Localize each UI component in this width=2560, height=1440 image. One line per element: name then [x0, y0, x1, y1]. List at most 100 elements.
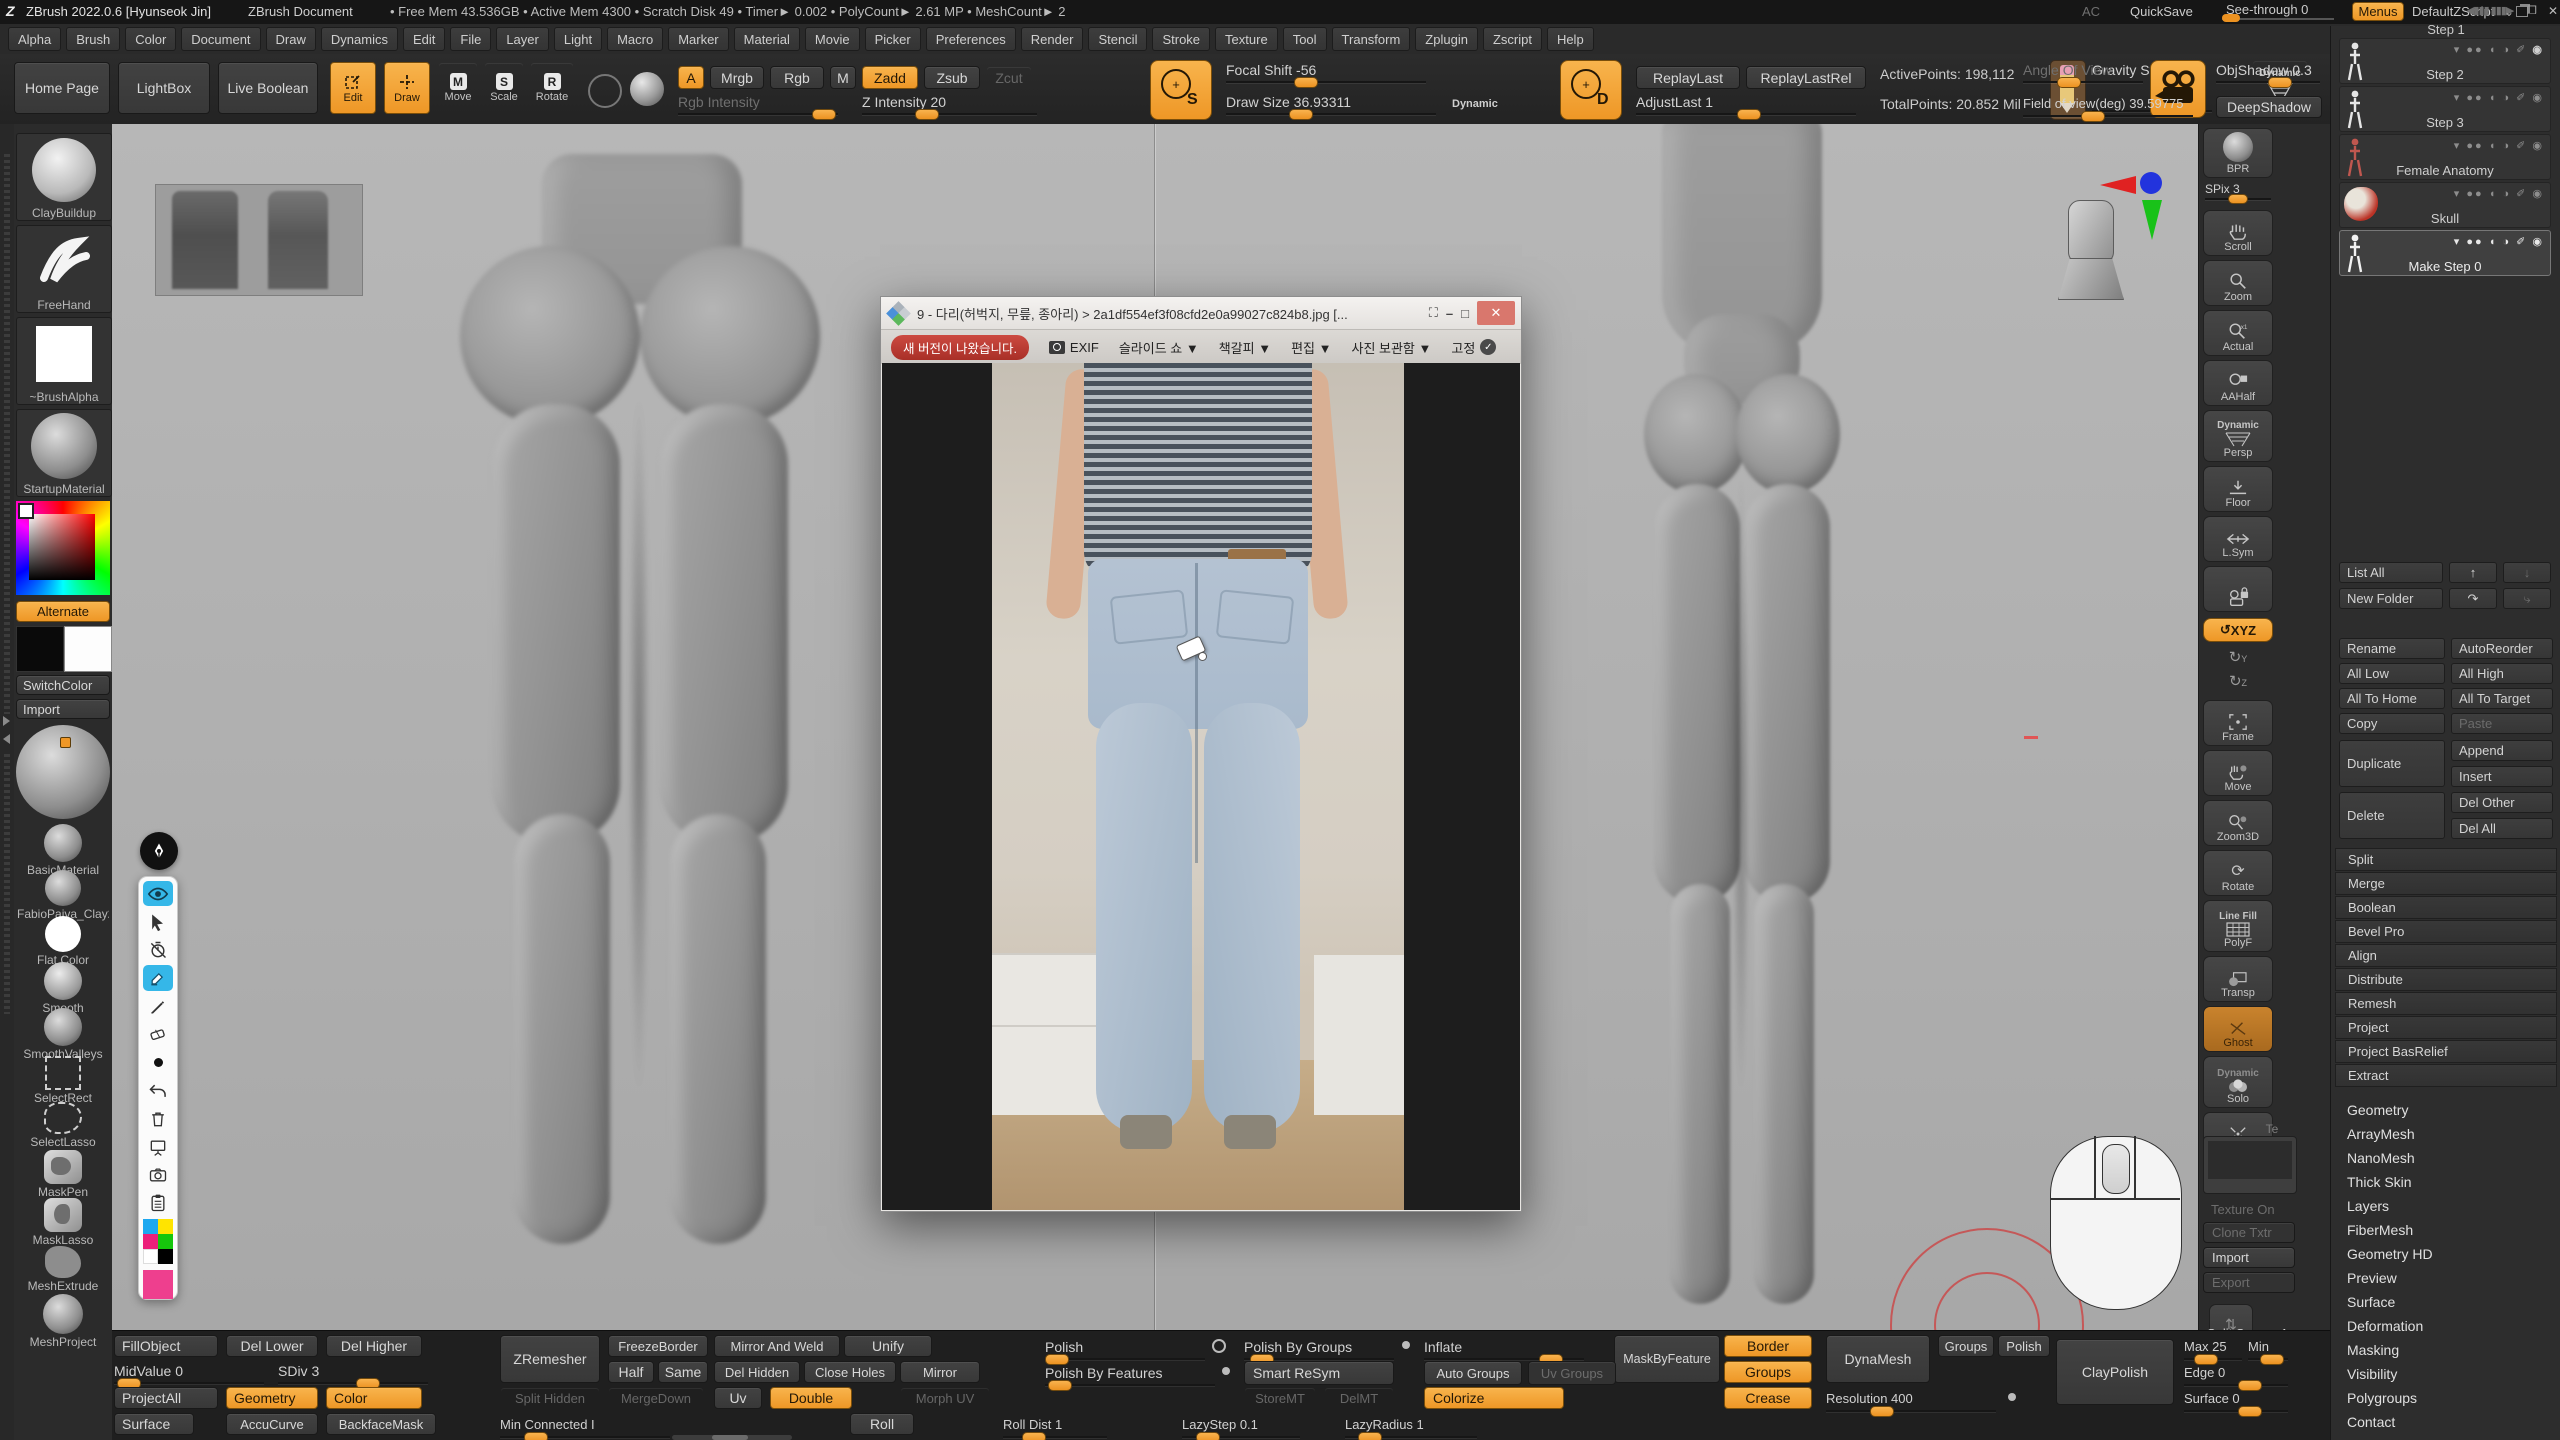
section-fibermesh[interactable]: FiberMesh	[2331, 1218, 2560, 1242]
viewer-content[interactable]	[882, 363, 1520, 1210]
close-icon[interactable]: ✕	[2548, 4, 2558, 18]
menu-item-zplugin[interactable]: Zplugin	[1415, 27, 1478, 51]
polish-toggle-icon[interactable]	[1212, 1339, 1226, 1353]
exif-button[interactable]: EXIF	[1049, 340, 1099, 355]
menu-item-brush[interactable]: Brush	[66, 27, 120, 51]
actual-button[interactable]: x1Actual	[2203, 310, 2273, 356]
spix-slider[interactable]: SPix 3	[2205, 182, 2271, 196]
boolean-row[interactable]: Boolean	[2335, 896, 2557, 919]
annotation-pen-launcher[interactable]	[140, 832, 178, 870]
align-row[interactable]: Align	[2335, 944, 2557, 967]
accucurve-button[interactable]: AccuCurve	[226, 1413, 318, 1435]
live-boolean-button[interactable]: Live Boolean	[218, 62, 318, 114]
brush-select-lasso[interactable]: SelectLasso	[20, 1102, 106, 1149]
zsub-button[interactable]: Zsub	[924, 66, 980, 89]
axis-y-icon[interactable]	[2142, 200, 2162, 240]
sdiv-slider[interactable]: SDiv 3	[278, 1363, 428, 1379]
focal-shift-slider[interactable]: Focal Shift -56	[1226, 62, 1426, 78]
ghost-button[interactable]: Ghost	[2203, 1006, 2273, 1052]
panel-expand-icon[interactable]	[3, 716, 10, 726]
divider-texture[interactable]	[4, 154, 10, 714]
photo-viewer-window[interactable]: 9 - 다리(허벅지, 무릎, 종아리) > 2a1df554ef3f08cfd…	[880, 296, 1522, 1212]
scale-mode-button[interactable]: SScale	[484, 62, 524, 114]
half-button[interactable]: Half	[608, 1361, 654, 1383]
lazy-step-slider[interactable]: LazyStep 0.1	[1182, 1417, 1300, 1432]
menu-item-transform[interactable]: Transform	[1332, 27, 1411, 51]
store-mt-button[interactable]: StoreMT	[1244, 1387, 1316, 1409]
solo-button[interactable]: Dynamic Solo	[2203, 1056, 2273, 1108]
texture-on-button[interactable]: Texture On	[2203, 1202, 2303, 1217]
crease-button[interactable]: Crease	[1724, 1387, 1812, 1409]
subtool-down-button[interactable]: ↓	[2503, 562, 2551, 583]
alternate-button[interactable]: Alternate	[16, 601, 110, 622]
subtool-step1-label[interactable]: Step 1	[2331, 22, 2560, 37]
adjust-icon[interactable]: + D	[1560, 60, 1622, 120]
replay-last-rel-button[interactable]: ReplayLastRel	[1746, 66, 1866, 89]
trash-icon[interactable]	[143, 1106, 173, 1131]
whiteboard-icon[interactable]	[143, 1134, 173, 1159]
section-preview[interactable]: Preview	[2331, 1266, 2560, 1290]
clone-txtr-button[interactable]: Clone Txtr	[2203, 1222, 2295, 1243]
section-polygroups[interactable]: Polygroups	[2331, 1386, 2560, 1410]
fov-slider[interactable]: Field of view(deg) 39.59775	[2023, 96, 2193, 111]
subtool-row-step3[interactable]: ▾ ●● ◖ ◑ ✐ ◉ Step 3	[2339, 86, 2551, 132]
section-layers[interactable]: Layers	[2331, 1194, 2560, 1218]
eraser-icon[interactable]	[143, 1022, 173, 1047]
del-other-button[interactable]: Del Other	[2451, 792, 2553, 813]
section-surface[interactable]: Surface	[2331, 1290, 2560, 1314]
angle-of-view-slider[interactable]: Angle Of View	[2023, 62, 2143, 78]
section-contact[interactable]: Contact	[2331, 1410, 2560, 1434]
all-high-button[interactable]: All High	[2451, 663, 2553, 684]
material-fabiopaiva[interactable]: FabioPaiva_Clay2	[20, 870, 106, 921]
roll-dist-slider[interactable]: Roll Dist 1	[1003, 1417, 1107, 1432]
all-to-target-button[interactable]: All To Target	[2451, 688, 2553, 709]
restore-icon[interactable]: ❒	[2527, 4, 2537, 17]
texture-thumbnail[interactable]	[2203, 1136, 2297, 1194]
menu-item-color[interactable]: Color	[125, 27, 176, 51]
bpr-render-button[interactable]: BPR	[2203, 128, 2273, 178]
visibility-eye-icon[interactable]	[143, 881, 173, 906]
move-to-folder-icon[interactable]: ↷	[2449, 588, 2497, 609]
current-color-swatch[interactable]	[143, 1270, 173, 1299]
floor-button[interactable]: Floor	[2203, 466, 2273, 512]
del-higher-button[interactable]: Del Higher	[326, 1335, 422, 1357]
geometry-button[interactable]: Geometry	[226, 1387, 318, 1409]
lightbox-button[interactable]: LightBox	[118, 62, 210, 114]
camera-head-gizmo[interactable]	[2058, 200, 2122, 304]
archive-menu[interactable]: 사진 보관함 ▼	[1351, 338, 1431, 357]
subtool-row-make-step0-selected[interactable]: ▾ ●● ◖ ◑ ✐ ◉ Make Step 0	[2339, 230, 2551, 276]
texture-export-button[interactable]: Export	[2203, 1272, 2295, 1293]
color-palette[interactable]	[143, 1219, 173, 1264]
color-button[interactable]: Color	[326, 1387, 422, 1409]
auto-reorder-button[interactable]: AutoReorder	[2451, 638, 2553, 659]
menu-item-movie[interactable]: Movie	[805, 27, 860, 51]
uv-groups-button[interactable]: Uv Groups	[1528, 1361, 1616, 1385]
bottom-scrollbar[interactable]	[672, 1435, 792, 1440]
zoom-button[interactable]: Zoom	[2203, 260, 2273, 306]
mask-by-feature-button[interactable]: MaskByFeature	[1614, 1335, 1720, 1383]
uv-button[interactable]: Uv	[714, 1387, 762, 1409]
aahalf-button[interactable]: AAHalf	[2203, 360, 2273, 406]
brush-mask-lasso[interactable]: MaskLasso	[20, 1198, 106, 1247]
startup-material[interactable]: StartupMaterial	[16, 409, 112, 497]
inflate-slider[interactable]: Inflate	[1424, 1339, 1584, 1355]
rotate-3d-button[interactable]: ⟳Rotate	[2203, 850, 2273, 896]
menu-item-stencil[interactable]: Stencil	[1088, 27, 1147, 51]
polish-by-groups-slider[interactable]: Polish By Groups	[1244, 1339, 1394, 1355]
mid-value-slider[interactable]: MidValue 0	[114, 1363, 264, 1379]
camera-lock-button[interactable]	[2203, 566, 2273, 612]
tool-preview-sphere[interactable]	[16, 725, 110, 819]
pin-toggle[interactable]: 고정 ✓	[1451, 338, 1496, 357]
rgb-intensity-slider[interactable]: Rgb Intensity	[678, 94, 838, 110]
section-thick-skin[interactable]: Thick Skin	[2331, 1170, 2560, 1194]
new-folder-button[interactable]: New Folder	[2339, 588, 2443, 609]
mrgb-button[interactable]: Mrgb	[710, 66, 764, 89]
polyframe-button[interactable]: Line Fill PolyF	[2203, 900, 2273, 952]
dynamesh-button[interactable]: DynaMesh	[1826, 1335, 1930, 1383]
paste-button[interactable]: Paste	[2451, 713, 2553, 734]
morph-uv-button[interactable]: Morph UV	[900, 1387, 990, 1409]
menu-item-layer[interactable]: Layer	[496, 27, 549, 51]
pen-tool-icon[interactable]	[143, 994, 173, 1019]
menu-item-alpha[interactable]: Alpha	[8, 27, 61, 51]
adjust-last-slider[interactable]: AdjustLast 1	[1636, 94, 1856, 110]
